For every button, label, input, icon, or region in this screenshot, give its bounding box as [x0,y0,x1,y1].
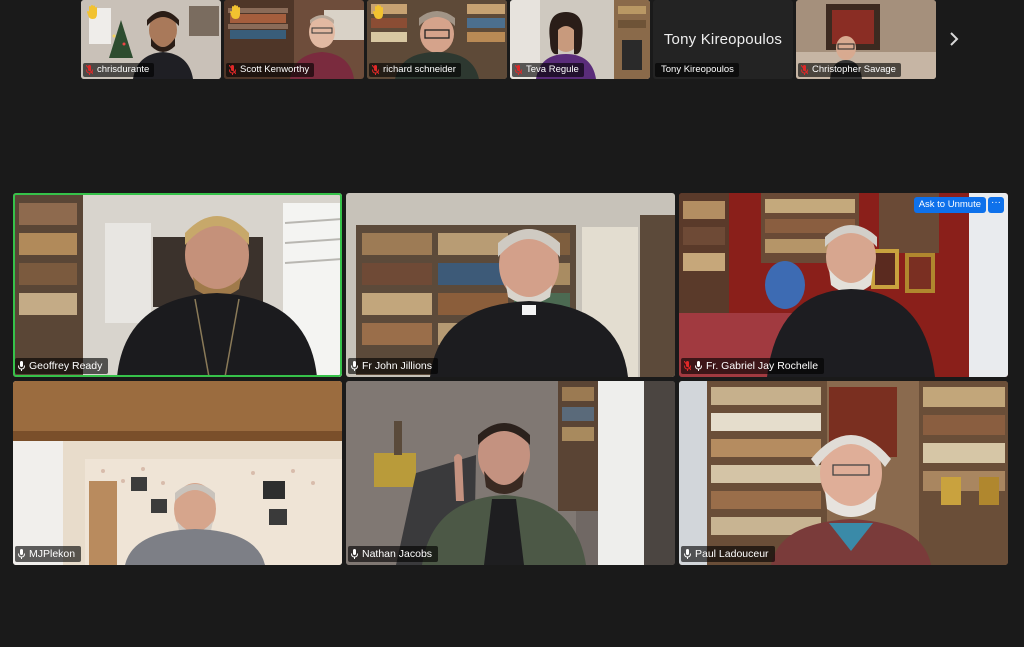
microphone-muted-icon [515,65,522,75]
participant-name: chrisdurante [97,64,150,75]
strip-tile-chrisdurante[interactable]: chrisdurante [81,0,221,79]
microphone-icon [684,549,691,559]
video-feed [679,193,1008,377]
participant-name-label: Nathan Jacobs [348,546,439,562]
participant-name-label: Christopher Savage [798,63,901,77]
strip-tile-scott-kenworthy[interactable]: Scott Kenworthy [224,0,364,79]
video-tile-geoffrey-ready[interactable]: Geoffrey Ready [13,193,342,377]
video-feed [346,381,675,565]
participant-name-label: Fr John Jillions [348,358,439,374]
video-tile-fr-john-jillions[interactable]: Fr John Jillions [346,193,675,377]
participant-name: Fr John Jillions [362,360,433,372]
raised-hand-icon [230,5,240,19]
participant-name: MJPlekon [29,548,76,560]
participant-name: Fr. Gabriel Jay Rochelle [706,360,819,372]
more-options-button[interactable]: ··· [988,197,1004,213]
microphone-muted-icon [229,65,236,75]
video-feed [346,193,675,377]
participant-name: Paul Ladouceur [695,548,769,560]
microphone-muted-icon [372,65,379,75]
raised-hand-icon [373,5,383,19]
participant-name: richard schneider [383,64,456,75]
participant-name: Geoffrey Ready [29,360,103,372]
participant-name: Tony Kireopoulos [661,64,734,75]
microphone-muted-icon [801,65,808,75]
video-tile-mjplekon[interactable]: MJPlekon [13,381,342,565]
video-tile-paul-ladouceur[interactable]: Paul Ladouceur [679,381,1008,565]
participant-name: Teva Regule [526,64,579,75]
microphone-icon [18,549,25,559]
video-feed [679,381,1008,565]
ask-to-unmute-button[interactable]: Ask to Unmute [913,197,986,213]
strip-tile-christopher-savage[interactable]: Christopher Savage [796,0,936,79]
participant-name-label: chrisdurante [83,63,155,77]
participant-name-label: Tony Kireopoulos [655,63,739,77]
microphone-icon [351,361,358,371]
participant-name-label: Geoffrey Ready [15,358,109,374]
microphone-icon [18,361,25,371]
participant-name-label: Paul Ladouceur [681,546,775,562]
strip-tile-richard-schneider[interactable]: richard schneider [367,0,507,79]
video-feed [13,381,342,565]
strip-tile-teva-regule[interactable]: Teva Regule [510,0,650,79]
participant-name: Nathan Jacobs [362,548,433,560]
participant-name-label: Teva Regule [512,63,584,77]
participant-name-label: MJPlekon [15,546,82,562]
video-feed [13,193,342,377]
participant-name-label: Scott Kenworthy [226,63,315,77]
raised-hand-icon [87,5,97,19]
microphone-icon [351,549,358,559]
chevron-right-icon[interactable] [945,30,963,48]
microphone-muted-icon [86,65,93,75]
participant-name: Christopher Savage [812,64,896,75]
microphone-icon [695,361,702,371]
participant-display-name: Tony Kireopoulos [663,31,783,48]
participant-name-label: Fr. Gabriel Jay Rochelle [681,358,825,374]
strip-tile-tony-kireopoulos[interactable]: Tony Kireopoulos Tony Kireopoulos [653,0,793,79]
video-tile-fr-gabriel-jay-rochelle[interactable]: Ask to Unmute ··· Fr. Gabriel Jay Rochel… [679,193,1008,377]
participant-name-label: richard schneider [369,63,461,77]
video-tile-nathan-jacobs[interactable]: Nathan Jacobs [346,381,675,565]
participant-name: Scott Kenworthy [240,64,310,75]
microphone-muted-icon [684,361,691,371]
